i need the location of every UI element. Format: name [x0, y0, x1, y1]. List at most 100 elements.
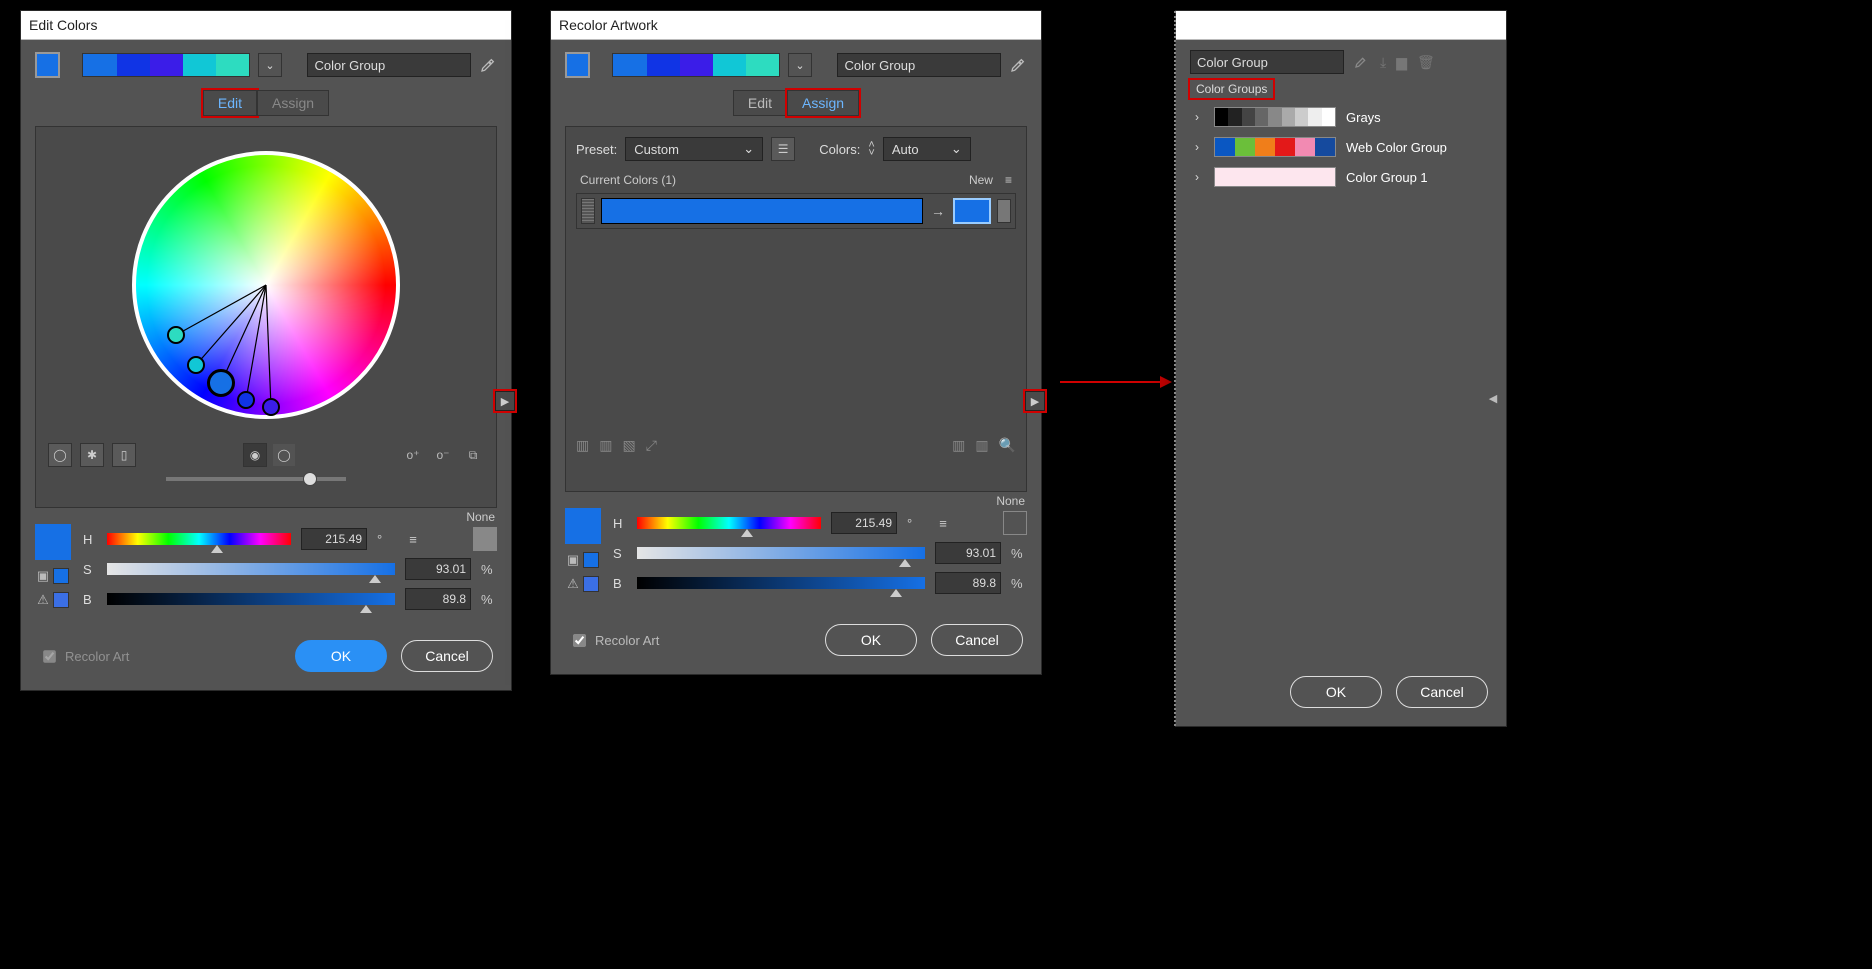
group-name: Grays — [1346, 110, 1381, 125]
new-color-swatch[interactable] — [953, 198, 991, 224]
randomize-icon[interactable]: ▥ — [975, 437, 988, 454]
ok-button[interactable]: OK — [1290, 676, 1382, 708]
collapse-panel-button[interactable]: ◀ — [1486, 391, 1500, 405]
s-slider[interactable] — [107, 563, 395, 575]
recolor-art-checkbox[interactable]: Recolor Art — [569, 631, 659, 650]
wheel-handle[interactable] — [237, 391, 255, 409]
swatch-dropdown-button[interactable]: ⌄ — [258, 53, 281, 77]
remove-color-icon[interactable]: o⁻ — [432, 444, 454, 466]
color-group-row[interactable]: › Color Group 1 — [1190, 162, 1492, 192]
newrow-icon[interactable]: ⤢ — [646, 437, 657, 454]
radio-brightness-icon[interactable]: ◉ — [243, 443, 267, 467]
cancel-button[interactable]: Cancel — [1396, 676, 1488, 708]
recolor-art-checkbox[interactable]: Recolor Art — [39, 647, 129, 666]
reduce-icon[interactable]: ▥ — [952, 437, 965, 454]
eyedropper-icon[interactable] — [479, 56, 497, 74]
row-menu-icon[interactable]: ≡ — [1005, 173, 1012, 187]
menu-icon[interactable]: ≡ — [933, 516, 953, 531]
chevron-right-icon[interactable]: › — [1190, 110, 1204, 124]
b-value-input[interactable] — [935, 572, 1001, 594]
color-assign-row[interactable]: → — [576, 193, 1016, 229]
color-wheel[interactable] — [132, 151, 400, 419]
b-value-input[interactable] — [405, 588, 471, 610]
mini-swatch[interactable] — [583, 552, 599, 568]
preset-select[interactable]: Custom⌄ — [625, 137, 763, 161]
chevron-right-icon[interactable]: › — [1190, 170, 1204, 184]
color-group-name-input[interactable] — [307, 53, 471, 77]
tab-edit[interactable]: Edit — [203, 90, 257, 116]
s-value-input[interactable] — [405, 558, 471, 580]
stepper-icon[interactable]: ˄˅ — [868, 141, 874, 157]
recolor-art-input[interactable] — [573, 634, 586, 647]
s-slider[interactable] — [637, 547, 925, 559]
group-swatches[interactable] — [82, 53, 250, 77]
menu-icon[interactable]: ≡ — [403, 532, 423, 547]
wheel-handle[interactable] — [187, 356, 205, 374]
s-value-input[interactable] — [935, 542, 1001, 564]
save-group-icon[interactable]: ⤓ — [1380, 54, 1386, 71]
grid-icon[interactable] — [473, 527, 497, 551]
color-group-name-input[interactable] — [1190, 50, 1344, 74]
footer: Recolor Art OK Cancel — [21, 624, 511, 690]
base-color-swatch[interactable] — [35, 52, 60, 78]
expand-panel-button[interactable]: ▶ — [495, 391, 515, 411]
h-value-input[interactable] — [831, 512, 897, 534]
radio-sat-icon[interactable]: ◯ — [273, 444, 295, 466]
chevron-right-icon[interactable]: › — [1190, 140, 1204, 154]
dropdown-icon[interactable] — [997, 199, 1011, 223]
preset-value: Custom — [634, 142, 679, 157]
color-group-name-input[interactable] — [837, 53, 1001, 77]
wheel-handle[interactable] — [262, 398, 280, 416]
tab-edit[interactable]: Edit — [733, 90, 787, 116]
b-label: B — [83, 592, 97, 607]
wheel-handle-primary[interactable] — [207, 369, 235, 397]
smooth-wheel-icon[interactable]: ◯ — [48, 443, 72, 467]
exclude-icon[interactable]: ▧ — [622, 437, 635, 454]
current-color-bar[interactable] — [601, 198, 923, 224]
brightness-slider[interactable] — [166, 477, 346, 481]
recolor-art-input[interactable] — [43, 650, 56, 663]
mini-swatch[interactable] — [53, 568, 69, 584]
color-group-row[interactable]: › Web Color Group — [1190, 132, 1492, 162]
trash-icon[interactable]: 🗑 — [1417, 54, 1435, 71]
swatch-dropdown-button[interactable]: ⌄ — [788, 53, 811, 77]
grid-icon[interactable] — [1003, 511, 1027, 535]
link-colors-icon[interactable]: ⧉ — [462, 444, 484, 466]
cancel-button[interactable]: Cancel — [401, 640, 493, 672]
expand-panel-button[interactable]: ▶ — [1025, 391, 1045, 411]
seg-wheel-icon[interactable]: ✱ — [80, 443, 104, 467]
h-slider[interactable] — [107, 533, 291, 545]
bars-icon[interactable]: ▯ — [112, 443, 136, 467]
eyedropper-icon[interactable] — [1009, 56, 1027, 74]
folder-icon[interactable]: ▆ — [1396, 54, 1407, 71]
wheel-handle[interactable] — [167, 326, 185, 344]
add-color-icon[interactable]: o⁺ — [402, 444, 424, 466]
split-icon[interactable]: ▥ — [599, 437, 612, 454]
tab-assign[interactable]: Assign — [257, 90, 329, 116]
warn-icon: ⚠ — [567, 576, 579, 592]
preset-options-icon[interactable]: ☰ — [771, 137, 795, 161]
cancel-button[interactable]: Cancel — [931, 624, 1023, 656]
eyedropper-icon[interactable] — [1354, 53, 1370, 72]
b-slider[interactable] — [107, 593, 395, 605]
find-icon[interactable]: 🔍 — [999, 437, 1016, 454]
colors-select[interactable]: Auto⌄ — [883, 137, 971, 161]
ok-button[interactable]: OK — [825, 624, 917, 656]
grip-icon[interactable] — [581, 198, 595, 224]
ok-button[interactable]: OK — [295, 640, 387, 672]
current-color-swatch[interactable] — [35, 524, 71, 560]
footer: Recolor Art OK Cancel — [551, 608, 1041, 674]
current-color-swatch[interactable] — [565, 508, 601, 544]
color-group-row[interactable]: › Grays — [1190, 102, 1492, 132]
h-value-input[interactable] — [301, 528, 367, 550]
tab-assign[interactable]: Assign — [787, 90, 859, 116]
b-slider[interactable] — [637, 577, 925, 589]
merge-icon[interactable]: ▥ — [576, 437, 589, 454]
mini-swatch[interactable] — [583, 576, 599, 592]
group-swatches[interactable] — [612, 53, 780, 77]
base-color-swatch[interactable] — [565, 52, 590, 78]
recolor-art-label: Recolor Art — [595, 633, 659, 648]
mini-swatch[interactable] — [53, 592, 69, 608]
h-slider[interactable] — [637, 517, 821, 529]
wheel-mode-row: ◯ ✱ ▯ ◉ ◯ o⁺ o⁻ ⧉ — [46, 437, 486, 473]
